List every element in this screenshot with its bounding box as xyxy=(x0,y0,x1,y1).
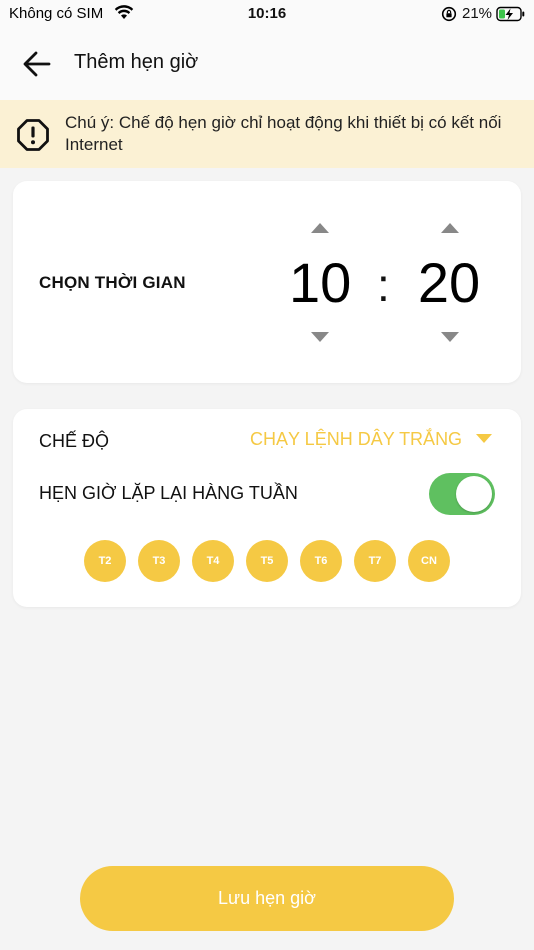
notice-banner: Chú ý: Chế độ hẹn giờ chỉ hoạt động khi … xyxy=(0,100,534,168)
battery-charging-icon xyxy=(496,6,526,27)
back-button[interactable] xyxy=(20,48,54,80)
mode-label: CHẾ ĐỘ xyxy=(39,431,110,451)
chevron-down-icon xyxy=(441,332,459,342)
time-picker-card: CHỌN THỜI GIAN 10 : 20 xyxy=(13,181,521,383)
time-picker-label: CHỌN THỜI GIAN xyxy=(39,273,186,292)
day-t3[interactable]: T3 xyxy=(138,540,180,582)
day-t2[interactable]: T2 xyxy=(84,540,126,582)
battery-percent: 21% xyxy=(462,5,493,22)
chevron-down-icon xyxy=(311,332,329,342)
day-t7[interactable]: T7 xyxy=(354,540,396,582)
toggle-knob xyxy=(456,476,492,512)
page-title: Thêm hẹn giờ xyxy=(74,51,199,73)
day-t5[interactable]: T5 xyxy=(246,540,288,582)
save-timer-button[interactable]: Lưu hẹn giờ xyxy=(80,866,454,931)
minute-increment-button[interactable] xyxy=(440,222,460,234)
caret-down-icon xyxy=(476,434,493,443)
rotation-lock-icon xyxy=(441,6,457,27)
day-t4[interactable]: T4 xyxy=(192,540,234,582)
hour-increment-button[interactable] xyxy=(310,222,330,234)
mode-value: CHẠY LỆNH DÂY TRẮNG xyxy=(250,429,463,449)
header: Thêm hẹn giờ xyxy=(0,30,534,100)
minute-decrement-button[interactable] xyxy=(440,331,460,343)
time-separator: : xyxy=(377,259,390,311)
chevron-up-icon xyxy=(311,223,329,233)
chevron-up-icon xyxy=(441,223,459,233)
notice-text: Chú ý: Chế độ hẹn giờ chỉ hoạt động khi … xyxy=(65,113,502,154)
arrow-left-icon xyxy=(23,51,51,77)
status-bar: Không có SIM 10:16 21% xyxy=(0,0,534,30)
mode-dropdown[interactable]: CHẠY LỆNH DÂY TRẮNG xyxy=(250,429,493,455)
hour-decrement-button[interactable] xyxy=(310,331,330,343)
repeat-weekly-label: HẸN GIỜ LẶP LẠI HÀNG TUẦN xyxy=(39,483,298,503)
minute-value[interactable]: 20 xyxy=(415,253,483,313)
day-t6[interactable]: T6 xyxy=(300,540,342,582)
alert-octagon-icon xyxy=(16,118,50,157)
mode-card: CHẾ ĐỘ CHẠY LỆNH DÂY TRẮNG HẸN GIỜ LẶP L… xyxy=(13,409,521,607)
repeat-weekly-toggle[interactable] xyxy=(429,473,495,515)
hour-value[interactable]: 10 xyxy=(289,253,351,313)
day-cn[interactable]: CN xyxy=(408,540,450,582)
